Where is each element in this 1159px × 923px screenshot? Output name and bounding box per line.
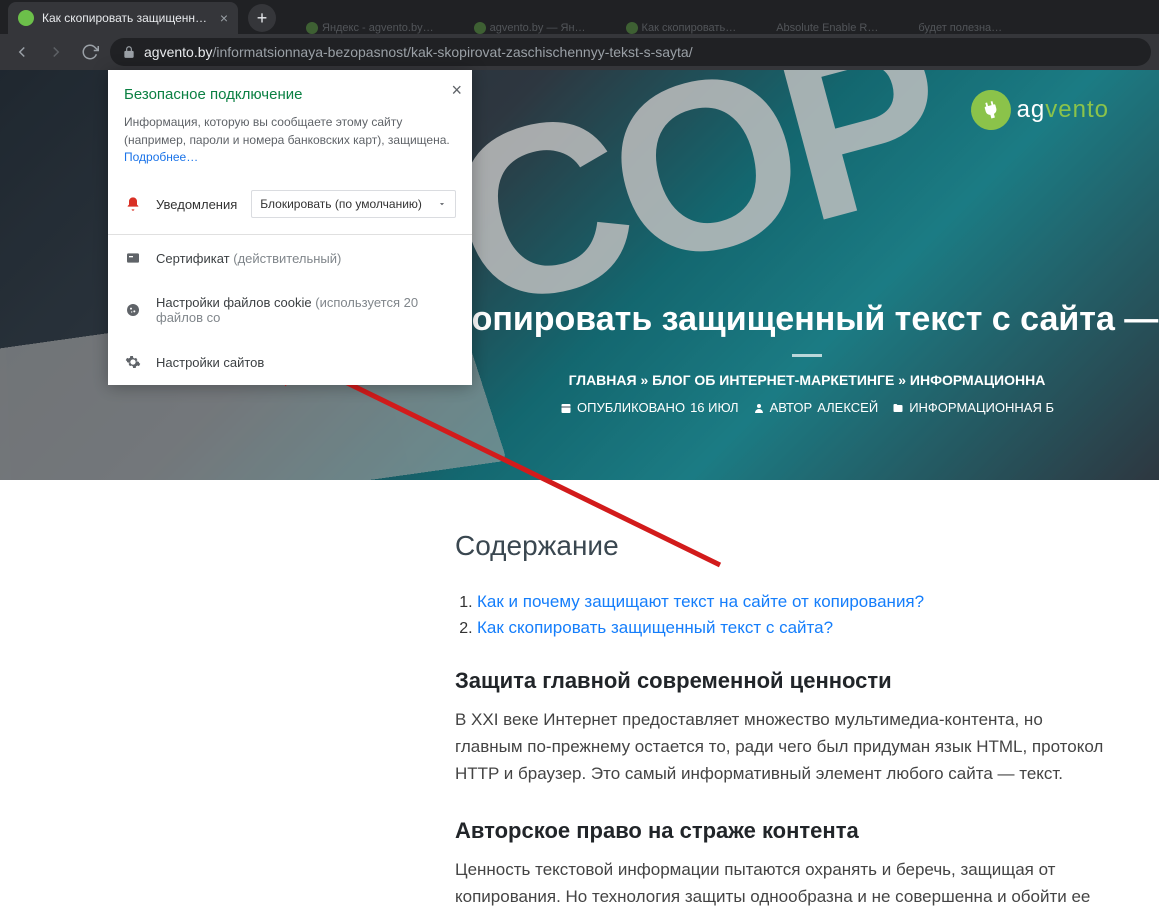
lock-icon (122, 45, 136, 59)
paragraph: Ценность текстовой информации пытаются о… (455, 856, 1105, 910)
bg-tab[interactable]: Яндекс - agvento.by… (306, 22, 434, 34)
close-icon[interactable]: × (451, 80, 462, 101)
learn-more-link[interactable]: Подробнее… (124, 150, 198, 164)
section-heading: Авторское право на страже контента (455, 818, 1159, 844)
bg-tab[interactable]: agvento.by — Ян… (474, 22, 586, 34)
breadcrumb: ГЛАВНАЯ » БЛОГ ОБ ИНТЕРНЕТ-МАРКЕТИНГЕ » … (455, 372, 1159, 388)
tab-title: Как скопировать защищенный … (42, 11, 212, 25)
divider (792, 354, 822, 357)
breadcrumb-home[interactable]: ГЛАВНАЯ (569, 372, 637, 388)
new-tab-button[interactable]: + (248, 4, 276, 32)
address-bar[interactable]: agvento.by/informatsionnaya-bezopasnost/… (110, 38, 1151, 66)
breadcrumb-blog[interactable]: БЛОГ ОБ ИНТЕРНЕТ-МАРКЕТИНГЕ (652, 372, 894, 388)
breadcrumb-category[interactable]: ИНФОРМАЦИОННА (910, 372, 1045, 388)
plug-icon (966, 86, 1015, 135)
active-tab[interactable]: Как скопировать защищенный … × (8, 2, 238, 34)
bg-tab[interactable]: будет полезна… (918, 22, 1002, 34)
user-icon (753, 402, 765, 414)
bg-tab[interactable]: Как скопировать… (626, 22, 737, 34)
toolbar: agvento.by/informatsionnaya-bezopasnost/… (0, 34, 1159, 70)
toc-heading: Содержание (455, 530, 1159, 562)
url-text: agvento.by/informatsionnaya-bezopasnost/… (144, 44, 693, 60)
page-title: копировать защищенный текст с сайта — 2 … (455, 300, 1159, 339)
notifications-label: Уведомления (156, 197, 237, 212)
post-meta: ОПУБЛИКОВАНО 16 ИЮЛ АВТОР АЛЕКСЕЙ ИНФОРМ… (455, 400, 1159, 415)
reload-button[interactable] (76, 38, 104, 66)
chevron-down-icon (437, 199, 447, 209)
notifications-select[interactable]: Блокировать (по умолчанию) (251, 190, 456, 218)
forward-button[interactable] (42, 38, 70, 66)
certificate-icon (124, 249, 142, 267)
bg-tab[interactable]: Absolute Enable R… (776, 22, 878, 34)
article-body: Содержание Как и почему защищают текст н… (0, 480, 1159, 910)
toc-link[interactable]: Как скопировать защищенный текст с сайта… (477, 618, 833, 637)
site-logo[interactable]: agvento (971, 90, 1109, 130)
gear-icon (124, 353, 142, 371)
site-info-popup: × Безопасное подключение Информация, кот… (108, 70, 472, 385)
paragraph: В XXI веке Интернет предоставляет множес… (455, 706, 1105, 788)
calendar-icon (560, 402, 572, 414)
cookies-row[interactable]: Настройки файлов cookie (используется 20… (108, 281, 472, 339)
close-icon[interactable]: × (220, 10, 228, 26)
toc-link[interactable]: Как и почему защищают текст на сайте от … (477, 592, 924, 611)
site-settings-row[interactable]: Настройки сайтов (108, 339, 472, 385)
bell-icon (124, 195, 142, 213)
favicon-icon (18, 10, 34, 26)
certificate-row[interactable]: Сертификат (действительный) (108, 235, 472, 281)
tab-strip: Как скопировать защищенный … × + Яндекс … (0, 0, 1159, 34)
logo-text: agvento (1017, 96, 1109, 124)
background-tabs: Яндекс - agvento.by… agvento.by — Ян… Ка… (306, 22, 1002, 34)
browser-chrome: Как скопировать защищенный … × + Яндекс … (0, 0, 1159, 70)
toc-list: Как и почему защищают текст на сайте от … (455, 592, 1159, 638)
section-heading: Защита главной современной ценности (455, 668, 1159, 694)
popup-title: Безопасное подключение (124, 86, 456, 103)
back-button[interactable] (8, 38, 36, 66)
popup-description: Информация, которую вы сообщаете этому с… (124, 113, 456, 149)
cookie-icon (124, 301, 142, 319)
folder-icon (892, 402, 904, 414)
